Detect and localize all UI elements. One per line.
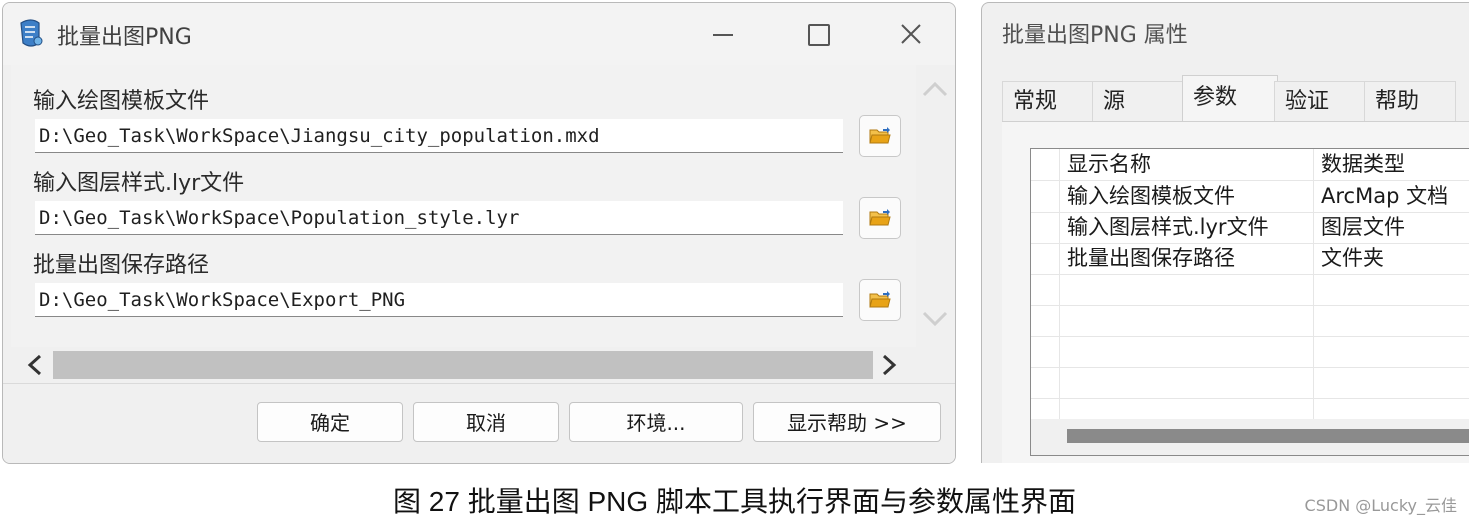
properties-title: 批量出图PNG 属性: [1002, 23, 1188, 48]
table-row-empty[interactable]: [1031, 305, 1469, 337]
environments-button[interactable]: 环境...: [569, 402, 743, 442]
dialog-title: 批量出图PNG: [57, 25, 192, 50]
scroll-right-icon[interactable]: [879, 353, 899, 377]
cancel-button[interactable]: 取消: [413, 402, 559, 442]
parameters-panel: 输入绘图模板文件 D:\Geo_Task\WorkSpace\Jiangsu_c…: [11, 65, 916, 347]
vertical-scrollbar[interactable]: [917, 65, 953, 347]
browse-output-button[interactable]: [859, 279, 901, 321]
button-bar: 确定 取消 环境... 显示帮助 >>: [3, 383, 955, 463]
scroll-up-icon[interactable]: [921, 79, 949, 99]
show-help-button[interactable]: 显示帮助 >>: [753, 402, 941, 442]
tab-help[interactable]: 帮助: [1364, 81, 1456, 121]
tab-parameters[interactable]: 参数: [1182, 75, 1278, 121]
table-row-empty[interactable]: [1031, 336, 1469, 368]
scrollbar-thumb[interactable]: [53, 351, 873, 379]
parameters-tab-panel: 显示名称 数据类型 输入绘图模板文件 ArcMap 文档 输入图层样式.lyr文…: [1002, 121, 1469, 463]
ok-button[interactable]: 确定: [257, 402, 403, 442]
table-horizontal-scrollbar[interactable]: [1031, 419, 1469, 455]
folder-open-icon: [869, 209, 891, 226]
close-icon: [901, 24, 921, 44]
header-data-type: 数据类型: [1321, 152, 1405, 176]
minimize-button[interactable]: [703, 15, 743, 53]
folder-open-icon: [869, 127, 891, 144]
tool-dialog: 批量出图PNG 输入绘图模板文件 D:\Geo_Task\WorkSpace\J…: [2, 2, 956, 464]
header-display-name: 显示名称: [1067, 152, 1151, 176]
browse-template-button[interactable]: [859, 115, 901, 157]
table-row[interactable]: 输入图层样式.lyr文件 图层文件: [1031, 212, 1469, 244]
browse-style-button[interactable]: [859, 197, 901, 239]
param-type: ArcMap 文档: [1321, 184, 1449, 208]
title-bar: 批量出图PNG: [3, 3, 955, 65]
output-path-input[interactable]: D:\Geo_Task\WorkSpace\Export_PNG: [35, 283, 843, 317]
scroll-down-icon[interactable]: [921, 309, 949, 329]
table-row-empty[interactable]: [1031, 367, 1469, 399]
field-label-output: 批量出图保存路径: [33, 253, 210, 278]
properties-dialog: 批量出图PNG 属性 常规 源 参数 验证 帮助 显示名称 数据类型 输入绘图模…: [981, 2, 1469, 463]
field-label-template: 输入绘图模板文件: [33, 89, 210, 114]
table-row[interactable]: 输入绘图模板文件 ArcMap 文档: [1031, 181, 1469, 213]
close-button[interactable]: [891, 15, 931, 53]
param-name: 批量出图保存路径: [1067, 246, 1235, 270]
scroll-left-icon[interactable]: [25, 353, 45, 377]
table-row[interactable]: 批量出图保存路径 文件夹: [1031, 243, 1469, 275]
script-tool-icon: [20, 19, 43, 47]
template-path-input[interactable]: D:\Geo_Task\WorkSpace\Jiangsu_city_popul…: [35, 119, 843, 153]
tab-strip: 常规 源 参数 验证 帮助: [1002, 75, 1469, 121]
field-label-style: 输入图层样式.lyr文件: [33, 171, 245, 196]
table-row-empty[interactable]: [1031, 274, 1469, 306]
tab-general[interactable]: 常规: [1002, 81, 1094, 121]
tab-validation[interactable]: 验证: [1274, 81, 1366, 121]
param-type: 图层文件: [1321, 215, 1405, 239]
watermark: CSDN @Lucky_云佳: [1304, 496, 1457, 515]
param-name: 输入绘图模板文件: [1067, 184, 1235, 208]
horizontal-scrollbar[interactable]: [11, 347, 953, 383]
param-type: 文件夹: [1321, 246, 1384, 270]
style-path-input[interactable]: D:\Geo_Task\WorkSpace\Population_style.l…: [35, 201, 843, 235]
table-header-row: 显示名称 数据类型: [1031, 149, 1469, 181]
scrollbar-thumb[interactable]: [1067, 429, 1469, 443]
parameters-table: 显示名称 数据类型 输入绘图模板文件 ArcMap 文档 输入图层样式.lyr文…: [1030, 148, 1469, 456]
tab-source[interactable]: 源: [1092, 81, 1184, 121]
figure-caption: 图 27 批量出图 PNG 脚本工具执行界面与参数属性界面: [393, 486, 1076, 517]
maximize-button[interactable]: [799, 15, 839, 53]
param-name: 输入图层样式.lyr文件: [1067, 215, 1269, 239]
folder-open-icon: [869, 291, 891, 308]
